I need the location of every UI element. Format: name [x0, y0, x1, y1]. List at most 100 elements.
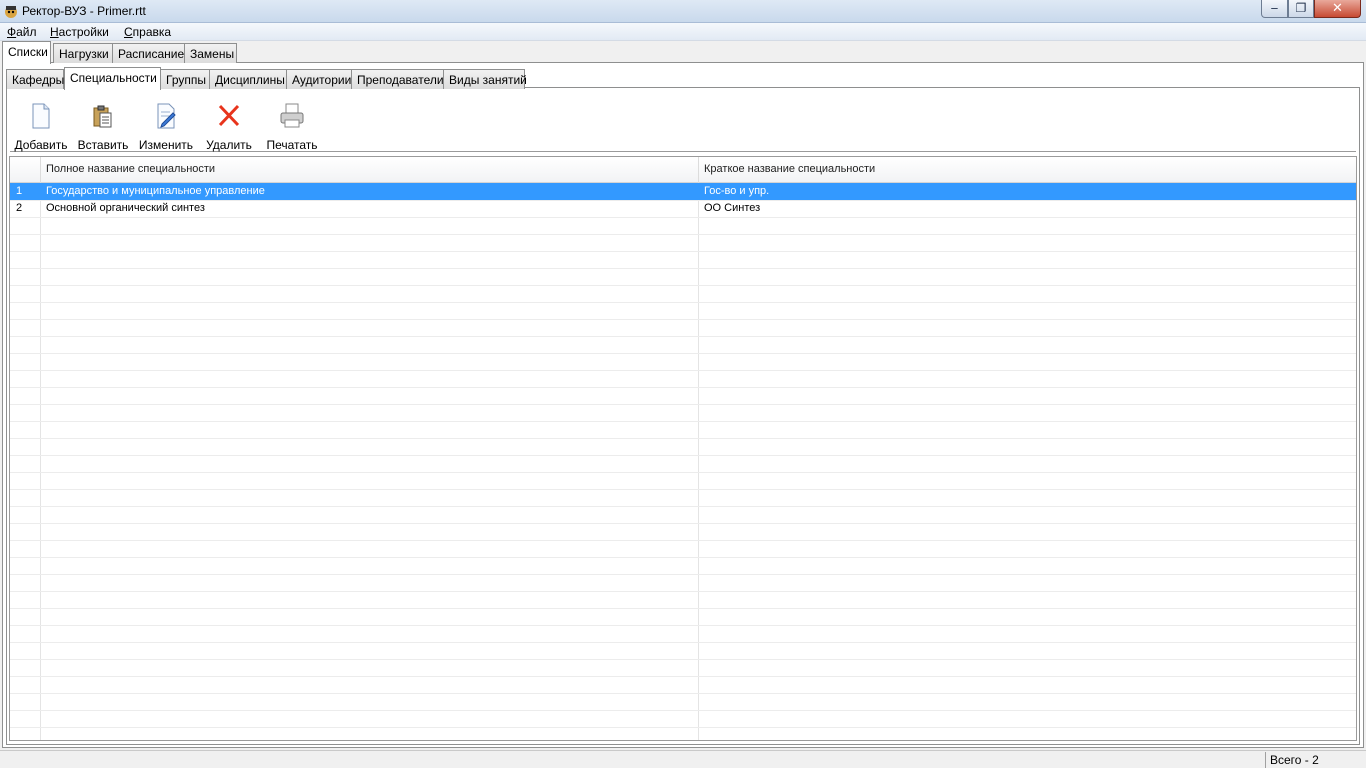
delete-icon	[218, 104, 240, 127]
row-line	[10, 727, 1356, 728]
delete-label: Удалить	[206, 138, 252, 152]
maximize-button[interactable]: ❐	[1288, 0, 1314, 18]
row-line	[10, 353, 1356, 354]
paste-label: Вставить	[77, 138, 129, 152]
row-line	[10, 710, 1356, 711]
table-row[interactable]: 2 Основной органический синтез ОО Синтез	[10, 200, 1356, 217]
row-line	[10, 404, 1356, 405]
add-label: Добавить	[14, 138, 68, 152]
row-line	[10, 693, 1356, 694]
print-label: Печатать	[266, 138, 318, 152]
row-line	[10, 472, 1356, 473]
tab-label: Кафедры	[12, 73, 65, 87]
printer-icon	[280, 103, 304, 128]
row-line	[10, 302, 1356, 303]
row-line	[10, 625, 1356, 626]
row-line	[10, 523, 1356, 524]
row-number: 2	[16, 202, 23, 214]
app-icon	[5, 6, 17, 18]
close-icon: ✕	[1332, 1, 1343, 16]
add-button[interactable]: Добавить	[10, 100, 72, 152]
tab-label: Преподаватели	[357, 73, 444, 87]
row-line	[10, 319, 1356, 320]
row-number: 1	[16, 185, 23, 197]
status-separator	[1265, 752, 1266, 768]
column-header-short-name[interactable]: Краткое название специальности	[704, 163, 875, 175]
row-line	[10, 438, 1356, 439]
specialties-table[interactable]: Полное название специальности Краткое на…	[9, 156, 1357, 741]
row-line	[10, 336, 1356, 337]
header-separator	[40, 157, 41, 183]
row-line	[10, 217, 1356, 218]
menu-file[interactable]: Файл	[7, 25, 37, 39]
tab-label: Аудитории	[292, 73, 352, 87]
tab-loads[interactable]: Нагрузки	[53, 43, 113, 63]
row-line	[10, 268, 1356, 269]
cell-short-name: Гос-во и упр.	[704, 185, 770, 197]
tab-label: Виды занятий	[449, 73, 527, 87]
tab-label: Списки	[8, 45, 48, 59]
column-line	[698, 183, 699, 740]
tab-departments[interactable]: Кафедры	[6, 69, 64, 89]
cell-full-name: Основной органический синтез	[46, 202, 205, 214]
row-line	[10, 387, 1356, 388]
row-line	[10, 591, 1356, 592]
row-line	[10, 285, 1356, 286]
edit-label: Изменить	[138, 138, 194, 152]
close-button[interactable]: ✕	[1314, 0, 1361, 18]
tab-replacements[interactable]: Замены	[184, 43, 237, 63]
minimize-button[interactable]: ‒	[1261, 0, 1288, 18]
tab-teachers[interactable]: Преподаватели	[351, 69, 444, 89]
row-line	[10, 574, 1356, 575]
tab-label: Замены	[190, 47, 235, 61]
row-line	[10, 506, 1356, 507]
tab-label: Специальности	[70, 71, 157, 85]
delete-button[interactable]: Удалить	[198, 100, 260, 152]
row-line	[10, 234, 1356, 235]
row-line	[10, 421, 1356, 422]
paste-button[interactable]: Вставить	[72, 100, 134, 152]
menu-help[interactable]: Справка	[124, 25, 171, 39]
row-line	[10, 455, 1356, 456]
tab-lists[interactable]: Списки	[2, 41, 51, 64]
new-document-icon	[32, 103, 50, 129]
row-line	[10, 642, 1356, 643]
minimize-icon: ‒	[1270, 1, 1279, 15]
row-line	[10, 659, 1356, 660]
tab-label: Группы	[166, 73, 206, 87]
tab-specialties[interactable]: Специальности	[64, 67, 161, 90]
menu-settings[interactable]: Настройки	[50, 25, 109, 39]
cell-full-name: Государство и муниципальное управление	[46, 185, 265, 197]
toolbar: Добавить Вставить Изменить Удалить Печат…	[10, 92, 1356, 152]
print-button[interactable]: Печатать	[261, 100, 323, 152]
column-header-full-name[interactable]: Полное название специальности	[46, 163, 215, 175]
row-line	[10, 608, 1356, 609]
status-bar: Всего - 2	[0, 750, 1366, 768]
tab-label: Расписание	[118, 47, 185, 61]
table-header: Полное название специальности Краткое на…	[10, 157, 1356, 183]
edit-icon	[157, 103, 176, 129]
row-line	[10, 540, 1356, 541]
row-line	[10, 370, 1356, 371]
tab-classrooms[interactable]: Аудитории	[286, 69, 352, 89]
tab-disciplines[interactable]: Дисциплины	[209, 69, 287, 89]
window-title: Ректор-ВУЗ - Primer.rtt	[22, 4, 146, 18]
cell-short-name: ОО Синтез	[704, 202, 761, 214]
row-line	[10, 251, 1356, 252]
edit-button[interactable]: Изменить	[135, 100, 197, 152]
menu-bar: Файл Настройки Справка	[0, 23, 1366, 41]
tab-groups[interactable]: Группы	[160, 69, 210, 89]
row-line	[10, 489, 1356, 490]
paste-icon	[93, 105, 112, 128]
header-separator	[698, 157, 699, 183]
table-row[interactable]: 1 Государство и муниципальное управление…	[10, 183, 1356, 200]
row-line	[10, 676, 1356, 677]
tab-schedule[interactable]: Расписание	[112, 43, 185, 63]
tab-label: Нагрузки	[59, 47, 109, 61]
tab-label: Дисциплины	[215, 73, 285, 87]
row-line	[10, 557, 1356, 558]
column-line	[40, 183, 41, 740]
tab-lesson-types[interactable]: Виды занятий	[443, 69, 527, 89]
restore-icon: ❐	[1295, 1, 1307, 15]
title-bar: Ректор-ВУЗ - Primer.rtt ‒ ❐ ✕	[0, 0, 1366, 23]
